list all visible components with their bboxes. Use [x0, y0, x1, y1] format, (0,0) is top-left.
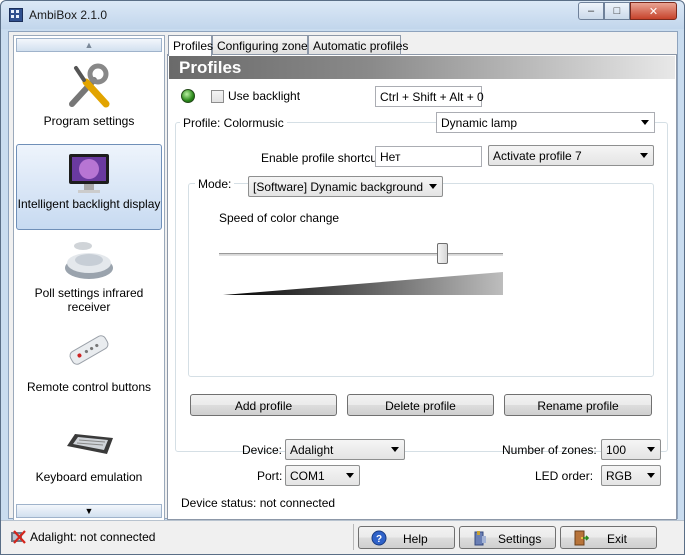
speed-slider-thumb[interactable] — [437, 243, 449, 264]
help-label: Help — [403, 532, 428, 546]
sidebar-item-label: Keyboard emulation — [35, 470, 143, 484]
sidebar-item-label: Program settings — [43, 114, 135, 128]
mode-select-value: [Software] Dynamic background — [253, 180, 424, 194]
sidebar-item-remote-control[interactable]: Remote control buttons — [16, 324, 162, 408]
sidebar-scroll-down-button[interactable]: ▼ — [16, 504, 162, 518]
profiles-panel: Profiles Use backlight Ctrl + Shift + Al… — [167, 54, 677, 520]
rename-profile-button[interactable]: Rename profile — [504, 394, 652, 416]
maximize-button[interactable]: □ — [604, 2, 630, 20]
tab-automatic-profiles[interactable]: Automatic profiles — [308, 35, 408, 55]
profile-select[interactable]: Dynamic lamp — [436, 112, 655, 133]
device-status-text: Device status: not connected — [181, 496, 336, 510]
window-title: AmbiBox 2.1.0 — [29, 8, 108, 22]
led-order-select-value: RGB — [606, 469, 633, 483]
zones-select-value: 100 — [606, 443, 627, 457]
profile-label: Profile: Colormusic — [180, 116, 287, 130]
mode-select[interactable]: [Software] Dynamic background — [248, 176, 443, 197]
sidebar-item-program-settings[interactable]: Program settings — [16, 56, 162, 140]
sidebar-item-label: Poll settings infrared receiver — [34, 286, 144, 314]
chevron-down-icon — [346, 473, 354, 478]
help-button[interactable]: ? Help — [358, 526, 455, 549]
device-select-value: Adalight — [290, 443, 334, 457]
chevron-up-icon: ▲ — [84, 40, 94, 50]
chevron-down-icon — [647, 473, 655, 478]
zones-select[interactable]: 100 — [601, 439, 661, 460]
exit-door-icon — [574, 530, 589, 546]
chevron-down-icon — [429, 184, 437, 189]
chevron-down-icon: ▼ — [84, 506, 94, 516]
chevron-down-icon — [640, 153, 648, 158]
port-select-value: COM1 — [290, 469, 325, 483]
ir-receiver-icon — [65, 242, 113, 279]
activate-profile-value: Activate profile 7 — [493, 149, 582, 163]
keyboard-icon — [67, 434, 113, 454]
led-order-select[interactable]: RGB — [601, 465, 661, 486]
add-profile-button[interactable]: Add profile — [190, 394, 337, 416]
speed-slider-track[interactable] — [219, 253, 503, 256]
svg-text:?: ? — [376, 534, 382, 545]
monitor-icon — [69, 154, 109, 193]
chevron-down-icon — [391, 447, 399, 452]
device-label: Device: — [242, 443, 283, 457]
exit-label: Exit — [607, 532, 628, 546]
tab-profiles[interactable]: Profiles — [168, 35, 213, 56]
status-separator — [353, 524, 354, 550]
maximize-icon: □ — [613, 5, 621, 17]
profile-select-value: Dynamic lamp — [441, 116, 518, 130]
tab-configuring-zones[interactable]: Configuring zones — [212, 35, 314, 55]
activate-profile-select[interactable]: Activate profile 7 — [488, 145, 654, 166]
minimize-icon: – — [587, 5, 595, 17]
title-bar[interactable]: AmbiBox 2.1.0 – □ ✕ — [1, 1, 684, 29]
disconnected-icon — [11, 530, 26, 544]
remote-control-icon — [69, 335, 109, 365]
sidebar-item-intelligent-backlight[interactable]: Intelligent backlight display — [16, 144, 162, 230]
help-icon: ? — [371, 530, 387, 546]
use-backlight-checkbox[interactable] — [211, 90, 224, 103]
speed-ramp-indicator — [223, 272, 503, 295]
port-label: Port: — [257, 469, 283, 483]
status-text: Adalight: not connected — [30, 530, 156, 544]
sidebar-item-keyboard[interactable]: Keyboard emulation — [16, 414, 162, 498]
port-select[interactable]: COM1 — [285, 465, 360, 486]
sidebar-item-ir-receiver[interactable]: Poll settings infrared receiver — [16, 234, 162, 318]
settings-icon — [474, 531, 486, 546]
use-backlight-label: Use backlight — [228, 89, 301, 103]
status-bar: Adalight: not connected ? Help Settings — [1, 520, 684, 554]
chevron-down-icon — [641, 120, 649, 125]
settings-label: Settings — [498, 532, 542, 546]
mode-label: Mode: — [195, 177, 235, 191]
exit-button[interactable]: Exit — [560, 526, 657, 549]
sidebar-item-label: Intelligent backlight display — [17, 197, 161, 211]
sidebar-item-label: Remote control buttons — [26, 380, 152, 394]
zones-label: Number of zones: — [502, 443, 597, 457]
backlight-status-led — [181, 89, 195, 103]
speed-label: Speed of color change — [219, 211, 340, 225]
settings-button[interactable]: Settings — [459, 526, 556, 549]
enable-shortcut-label: Enable profile shortcut: — [261, 151, 384, 165]
chevron-down-icon — [647, 447, 655, 452]
page-title: Profiles — [169, 56, 675, 79]
close-button[interactable]: ✕ — [630, 2, 677, 20]
sidebar-scroll-up-button[interactable]: ▲ — [16, 38, 162, 52]
app-window: AmbiBox 2.1.0 – □ ✕ ▲ Program settings I… — [0, 0, 685, 555]
app-icon — [9, 8, 23, 22]
minimize-button[interactable]: – — [578, 2, 604, 20]
profile-shortcut-field[interactable]: Нет — [375, 146, 482, 167]
sidebar: ▲ Program settings Intelligent backlight… — [13, 35, 165, 521]
device-select[interactable]: Adalight — [285, 439, 405, 460]
close-icon: ✕ — [648, 5, 659, 18]
client-area: ▲ Program settings Intelligent backlight… — [8, 31, 678, 521]
backlight-hotkey-field[interactable]: Ctrl + Shift + Alt + 0 — [375, 86, 484, 107]
tools-icon — [69, 63, 110, 108]
delete-profile-button[interactable]: Delete profile — [347, 394, 494, 416]
led-order-label: LED order: — [535, 469, 594, 483]
